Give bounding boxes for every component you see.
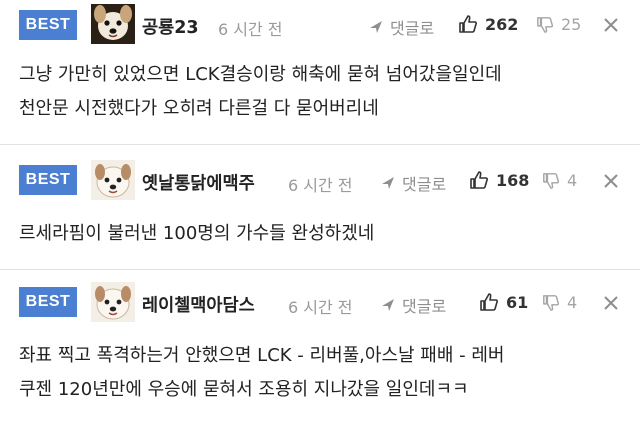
best-badge: BEST: [19, 165, 77, 195]
comment-body: 그냥 가만히 있었으면 LCK결승이랑 해축에 묻혀 넘어갔을일인데 천안문 시…: [19, 58, 629, 126]
comment-body: 좌표 찍고 폭격하는거 안했으면 LCK - 리버풀,아스날 패배 - 레버 쿠…: [19, 339, 629, 407]
reply-arrow-icon: [382, 299, 394, 311]
timestamp: 6 시간 전: [288, 298, 353, 317]
close-x-icon[interactable]: [602, 294, 620, 312]
reply-button[interactable]: 댓글로: [380, 171, 446, 195]
comment-line: 르세라핌이 불러낸 100명의 가수들 완성하겠네: [19, 223, 375, 244]
dislike-button[interactable]: 4: [542, 171, 577, 190]
comment-body: 르세라핌이 불러낸 100명의 가수들 완성하겠네: [19, 217, 629, 251]
dislike-count: 4: [567, 171, 578, 190]
reply-arrow-icon: [370, 21, 382, 33]
like-count: 262: [485, 14, 519, 34]
dog-avatar-icon[interactable]: [91, 4, 135, 44]
thumbs-down-icon: [543, 172, 560, 189]
reply-button[interactable]: 댓글로: [380, 293, 446, 317]
thumbs-up-icon: [480, 293, 498, 311]
thumbs-down-icon: [537, 16, 554, 33]
nickname[interactable]: 공룡23: [142, 14, 199, 39]
comment-line: 좌표 찍고 폭격하는거 안했으면 LCK - 리버풀,아스날 패배 - 레버: [19, 345, 505, 366]
like-button[interactable]: 61: [479, 292, 528, 312]
nickname[interactable]: 옛날통닭에맥주: [142, 170, 255, 195]
reply-button[interactable]: 댓글로: [368, 15, 434, 39]
comment-item: BEST 레이첼맥아담스 6 시간 전 댓글로 61 4 좌표 찍고 폭격하는거…: [0, 270, 640, 428]
dislike-button[interactable]: 25: [536, 15, 581, 34]
reply-label: 댓글로: [390, 19, 435, 38]
comment-item: BEST 옛날통닭에맥주 6 시간 전 댓글로 168 4 르세라핌이 불러낸 …: [0, 145, 640, 269]
thumbs-up-icon: [459, 15, 477, 33]
dog-avatar-icon[interactable]: [91, 282, 135, 322]
reply-label: 댓글로: [402, 175, 447, 194]
close-x-icon[interactable]: [602, 172, 620, 190]
close-x-icon[interactable]: [602, 16, 620, 34]
thumbs-up-icon: [470, 171, 488, 189]
thumbs-down-icon: [543, 294, 560, 311]
best-badge: BEST: [19, 10, 77, 40]
dislike-button[interactable]: 4: [542, 293, 577, 312]
like-button[interactable]: 262: [458, 14, 518, 34]
reply-label: 댓글로: [402, 297, 447, 316]
comment-line: 천안문 시전했다가 오히려 다른걸 다 묻어버리네: [19, 98, 379, 119]
comment-item: BEST 공룡23 6 시간 전 댓글로 262 25 그냥 가만히 있었으면 …: [0, 0, 640, 144]
nickname[interactable]: 레이첼맥아담스: [142, 292, 255, 317]
dislike-count: 4: [567, 293, 578, 312]
comment-line: 그냥 가만히 있었으면 LCK결승이랑 해축에 묻혀 넘어갔을일인데: [19, 64, 502, 85]
reply-arrow-icon: [382, 177, 394, 189]
like-count: 168: [496, 170, 530, 190]
timestamp: 6 시간 전: [218, 20, 283, 39]
like-button[interactable]: 168: [469, 170, 529, 190]
like-count: 61: [506, 292, 529, 312]
comment-line: 쿠젠 120년만에 우승에 묻혀서 조용히 지나갔을 일인데ㅋㅋ: [19, 379, 469, 400]
best-badge: BEST: [19, 287, 77, 317]
dislike-count: 25: [561, 15, 582, 34]
dog-avatar-icon[interactable]: [91, 160, 135, 200]
timestamp: 6 시간 전: [288, 176, 353, 195]
